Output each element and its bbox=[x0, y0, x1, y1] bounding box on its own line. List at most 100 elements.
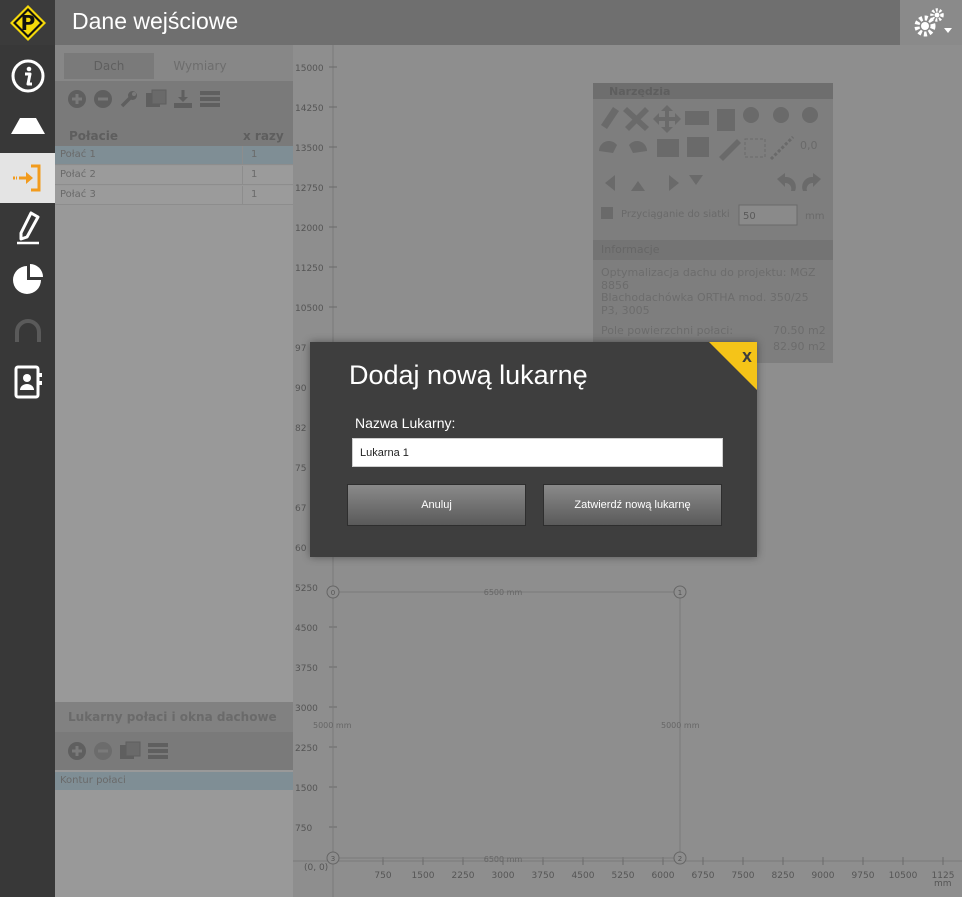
rail-item-arch[interactable] bbox=[0, 306, 55, 356]
row-count[interactable]: 1 bbox=[242, 186, 293, 205]
y-tick-label: 15000 bbox=[295, 64, 324, 74]
rotate-right-icon[interactable] bbox=[629, 141, 647, 153]
panel-tabs: Dach Wymiary bbox=[55, 45, 293, 81]
dormers-toolbar bbox=[55, 732, 293, 770]
list-icon[interactable] bbox=[147, 741, 169, 761]
table-row[interactable]: Połać 2 1 bbox=[55, 166, 293, 185]
corner-handle-0[interactable]: 0 bbox=[326, 585, 340, 599]
close-button[interactable]: X bbox=[709, 342, 757, 390]
roof-outline[interactable] bbox=[332, 591, 681, 859]
tools-icon[interactable] bbox=[623, 107, 649, 131]
list-item[interactable]: Kontur połaci bbox=[55, 772, 293, 790]
confirm-dormer-button[interactable]: Zatwierdź nową lukarnę bbox=[543, 484, 722, 526]
column-header-name[interactable]: Połacie bbox=[69, 129, 118, 143]
last-icon[interactable] bbox=[669, 175, 681, 191]
print-icon[interactable] bbox=[685, 111, 709, 125]
dormer-name-input[interactable] bbox=[352, 438, 723, 467]
snap-value[interactable]: 50 bbox=[743, 211, 756, 222]
down-icon[interactable] bbox=[689, 175, 703, 191]
x-tick-label: 8250 bbox=[772, 871, 795, 881]
svg-text:0: 0 bbox=[331, 589, 335, 597]
select-icon[interactable] bbox=[744, 138, 766, 158]
dormers-section-title: Lukarny połaci i okna dachowe bbox=[55, 702, 293, 732]
measure-icon[interactable] bbox=[719, 139, 741, 161]
dimension-right: 5000 mm bbox=[661, 721, 700, 730]
y-tick-label: 1500 bbox=[295, 784, 318, 794]
cancel-button[interactable]: Anuluj bbox=[347, 484, 526, 526]
x-tick-label: 7500 bbox=[732, 871, 755, 881]
row-count[interactable]: 1 bbox=[242, 166, 293, 185]
row-name: Połać 3 bbox=[60, 189, 96, 200]
list-icon[interactable] bbox=[199, 89, 221, 109]
info-line-1: Optymalizacja dachu do projektu: MGZ bbox=[601, 266, 816, 279]
snap-unit: mm bbox=[805, 211, 824, 222]
row-name: Połać 1 bbox=[60, 149, 96, 160]
x-tick-label: 10500 bbox=[889, 871, 918, 881]
add-icon[interactable] bbox=[67, 89, 87, 109]
snap-label: Przyciąganie do siatki bbox=[621, 209, 730, 220]
y-tick-label: 82 bbox=[295, 424, 306, 434]
y-tick-label: 750 bbox=[295, 824, 312, 834]
svg-text:1: 1 bbox=[678, 589, 682, 597]
svg-text:X: X bbox=[742, 351, 752, 366]
pencil-icon bbox=[16, 211, 39, 245]
wrench-icon[interactable] bbox=[119, 89, 139, 109]
line-icon[interactable] bbox=[769, 135, 795, 161]
up-icon[interactable] bbox=[631, 175, 645, 191]
area-label: Pole powierzchni połaci: bbox=[601, 324, 734, 337]
app-logo[interactable]: P bbox=[0, 0, 55, 45]
tab-dach[interactable]: Dach bbox=[64, 53, 154, 79]
redo-icon[interactable] bbox=[802, 173, 821, 191]
gallery-icon[interactable] bbox=[145, 89, 167, 109]
table-row[interactable]: Połać 1 1 bbox=[55, 146, 293, 165]
delete-icon[interactable] bbox=[717, 109, 735, 131]
x-tick-label: 5250 bbox=[612, 871, 635, 881]
gallery-icon[interactable] bbox=[119, 741, 141, 761]
y-tick-label: 12750 bbox=[295, 184, 324, 194]
input-icon bbox=[12, 164, 40, 192]
x-tick-label: 9000 bbox=[812, 871, 835, 881]
add-dormer-icon[interactable] bbox=[67, 741, 87, 761]
remove-icon[interactable] bbox=[93, 89, 113, 109]
mirror-icon[interactable] bbox=[657, 139, 679, 157]
rail-item-input[interactable] bbox=[0, 153, 55, 203]
origin-label: (0, 0) bbox=[304, 863, 328, 873]
rail-item-report[interactable] bbox=[0, 254, 55, 304]
remove-dormer-icon[interactable] bbox=[93, 741, 113, 761]
y-tick-label: 3000 bbox=[295, 704, 318, 714]
logo-icon: P bbox=[9, 4, 46, 41]
pencil-tool-icon[interactable] bbox=[601, 107, 619, 129]
row-count[interactable]: 1 bbox=[242, 146, 293, 165]
rail-item-info[interactable] bbox=[0, 51, 55, 101]
tab-wymiary[interactable]: Wymiary bbox=[155, 53, 245, 79]
corner-handle-2[interactable]: 2 bbox=[673, 851, 687, 865]
first-icon[interactable] bbox=[601, 175, 615, 191]
column-header-count[interactable]: x razy bbox=[243, 129, 284, 143]
zoom-in-icon[interactable] bbox=[743, 107, 759, 123]
undo-icon[interactable] bbox=[777, 173, 796, 191]
flip-icon[interactable] bbox=[687, 137, 709, 157]
area-value-1: 70.50 m2 bbox=[773, 324, 826, 337]
rail-item-draw[interactable] bbox=[0, 203, 55, 253]
x-tick-label: 750 bbox=[374, 871, 391, 881]
table-row[interactable]: Połać 3 1 bbox=[55, 186, 293, 205]
zoom-out-icon[interactable] bbox=[773, 107, 789, 123]
rotate-left-icon[interactable] bbox=[599, 141, 617, 153]
snap-checkbox[interactable] bbox=[601, 207, 613, 219]
zoom-fit-icon[interactable] bbox=[802, 107, 818, 123]
settings-button[interactable] bbox=[900, 0, 962, 45]
import-icon[interactable] bbox=[173, 89, 193, 109]
rail-item-roof[interactable] bbox=[0, 101, 55, 151]
corner-handle-1[interactable]: 1 bbox=[673, 585, 687, 599]
move-icon[interactable] bbox=[653, 105, 681, 133]
corner-handle-3[interactable]: 3 bbox=[326, 851, 340, 865]
angle-value: 0,0 bbox=[800, 139, 818, 152]
rail-item-contacts[interactable] bbox=[0, 357, 55, 407]
roof-icon bbox=[10, 118, 45, 134]
palette-title: Narzędzia bbox=[593, 83, 833, 99]
x-tick-label: 6000 bbox=[652, 871, 675, 881]
y-tick-label: 12000 bbox=[295, 224, 324, 234]
unit-label: mm bbox=[934, 879, 952, 889]
svg-text:P: P bbox=[20, 11, 35, 35]
svg-text:3: 3 bbox=[331, 855, 335, 863]
